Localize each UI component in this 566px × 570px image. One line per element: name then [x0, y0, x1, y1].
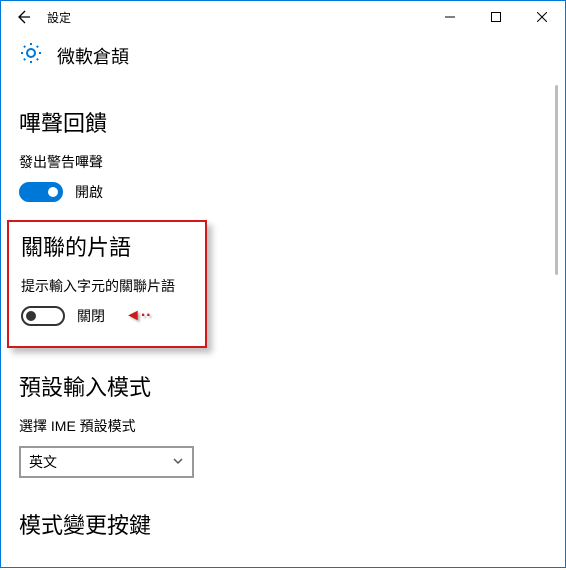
section-beep-title: 嗶聲回饋 [19, 106, 547, 138]
annotation-arrow-icon: ◄·· [125, 307, 152, 325]
content-area: 嗶聲回饋 發出警告嗶聲 開啟 關聯的片語 提示輸入字元的關聯片語 關閉 ◄·· … [1, 84, 565, 570]
scrollbar-thumb[interactable] [555, 85, 558, 275]
close-icon [537, 12, 547, 22]
section-default-mode-title: 預設輸入模式 [19, 370, 547, 402]
highlight-box: 關聯的片語 提示輸入字元的關聯片語 關閉 ◄·· [7, 220, 207, 348]
page-header: 微軟倉頡 [1, 33, 565, 84]
chevron-down-icon [172, 455, 184, 470]
beep-label: 發出警告嗶聲 [19, 152, 547, 172]
default-mode-label: 選擇 IME 預設模式 [19, 416, 547, 436]
close-button[interactable] [519, 1, 565, 33]
beep-toggle-state: 開啟 [75, 182, 103, 202]
arrow-left-icon [15, 9, 31, 25]
maximize-icon [491, 12, 501, 22]
minimize-button[interactable] [427, 1, 473, 33]
assoc-toggle-row: 關閉 ◄·· [21, 306, 193, 326]
default-mode-value: 英文 [29, 452, 57, 472]
beep-toggle-row: 開啟 [19, 182, 547, 202]
window-controls [427, 1, 565, 33]
default-mode-select[interactable]: 英文 [19, 446, 194, 478]
scrollbar[interactable] [553, 85, 563, 557]
section-assoc-title: 關聯的片語 [21, 230, 193, 262]
maximize-button[interactable] [473, 1, 519, 33]
section-mode-key-title: 模式變更按鍵 [19, 508, 547, 540]
back-button[interactable] [5, 1, 41, 33]
gear-icon [19, 41, 43, 70]
window-title: 設定 [47, 9, 71, 26]
page-title: 微軟倉頡 [57, 43, 129, 69]
assoc-label: 提示輸入字元的關聯片語 [21, 276, 193, 296]
beep-toggle[interactable] [19, 182, 63, 202]
assoc-toggle-state: 關閉 [77, 306, 105, 326]
minimize-icon [445, 12, 455, 22]
assoc-toggle[interactable] [21, 306, 65, 326]
